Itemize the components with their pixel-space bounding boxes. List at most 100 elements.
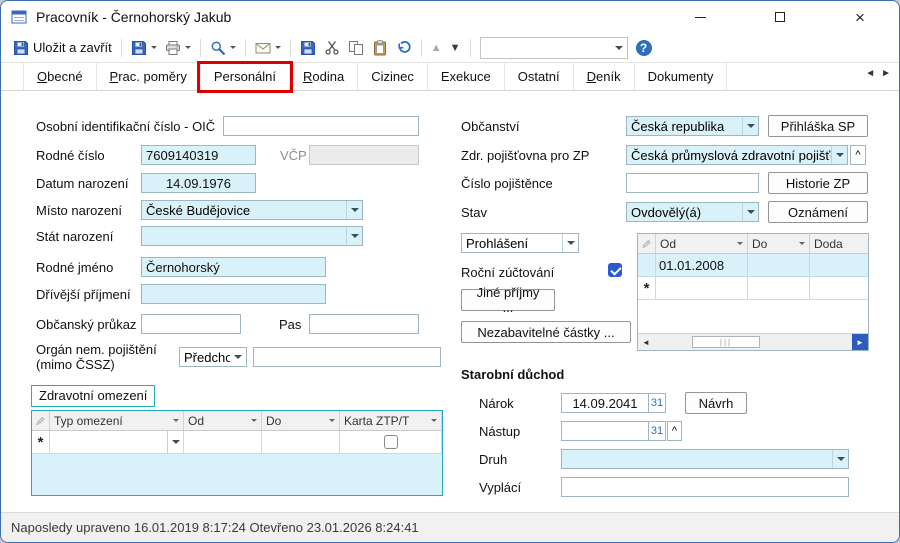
save-close-button[interactable]: Uložit a zavřít	[9, 37, 116, 59]
grid-column-header[interactable]: Od	[656, 234, 748, 253]
tab-scroll-right-icon[interactable]: ►	[881, 68, 891, 79]
narok-calendar-button[interactable]: 31	[648, 393, 666, 413]
druh-combobox[interactable]	[561, 449, 849, 469]
dodatecne-cell[interactable]	[810, 277, 868, 300]
drivejsi-prijmeni-label: Dřívější příjmení	[36, 287, 131, 302]
do-cell[interactable]	[262, 431, 340, 454]
help-icon: ?	[635, 39, 652, 56]
narok-input[interactable]	[561, 393, 649, 413]
organ-nem-pojisteni-combobox[interactable]: Předchozí	[179, 347, 247, 367]
tab-rodina[interactable]: Rodina	[290, 63, 359, 90]
minimize-button[interactable]	[677, 1, 723, 33]
preview-button[interactable]	[206, 37, 240, 59]
typ-omezeni-cell-combobox[interactable]	[50, 431, 184, 454]
maximize-button[interactable]	[757, 1, 803, 33]
nastup-spinner-button[interactable]: ^	[667, 421, 682, 441]
grid-column-header[interactable]: Do	[262, 411, 340, 430]
rodne-cislo-input[interactable]	[141, 145, 256, 165]
misto-narozeni-combobox[interactable]: České Budějovice	[141, 200, 363, 220]
tab-scroll-buttons: ◄ ►	[865, 68, 891, 79]
obcansky-prukaz-label: Občanský průkaz	[36, 317, 137, 332]
stat-narozeni-combobox[interactable]	[141, 226, 363, 246]
obcansky-prukaz-input[interactable]	[141, 314, 241, 334]
chevron-down-icon	[230, 348, 246, 366]
tab-personalni[interactable]: Personální	[196, 61, 294, 93]
scrollbar-thumb[interactable]: |||	[692, 336, 760, 348]
tab-scroll-left-icon[interactable]: ◄	[865, 68, 875, 79]
do-cell[interactable]	[748, 254, 810, 277]
od-cell[interactable]: 01.01.2008	[656, 254, 748, 277]
envelope-icon	[255, 40, 271, 56]
tab-dokumenty[interactable]: Dokumenty	[635, 63, 728, 90]
oic-input[interactable]	[223, 116, 419, 136]
stav-combobox[interactable]: Ovdovělý(á)	[626, 202, 759, 222]
tab-exekuce[interactable]: Exekuce	[428, 63, 505, 90]
zdr-pojistovna-combobox[interactable]: Česká průmyslová zdravotní pojišťo	[626, 145, 848, 165]
grid-column-header[interactable]: Do	[748, 234, 810, 253]
grid-row-selected[interactable]: 01.01.2008	[638, 254, 868, 277]
app-icon	[11, 9, 27, 25]
dodatecne-cell[interactable]	[810, 254, 868, 277]
organ-nem-pojisteni-input[interactable]	[253, 347, 441, 367]
od-cell[interactable]	[184, 431, 262, 454]
send-button[interactable]	[251, 37, 285, 59]
rodne-jmeno-input[interactable]	[141, 257, 326, 277]
nastup-label: Nástup	[479, 424, 521, 439]
grid-column-header[interactable]: Typ omezení	[50, 411, 184, 430]
datum-narozeni-input[interactable]	[141, 173, 256, 193]
rodne-cislo-label: Rodné číslo	[36, 148, 105, 163]
obcanstvi-combobox[interactable]: Česká republika	[626, 116, 759, 136]
export-button[interactable]	[296, 37, 320, 59]
scroll-left-icon[interactable]: ◄	[638, 334, 654, 350]
nezabavitelne-castky-button[interactable]: Nezabavitelné částky ...	[461, 321, 631, 343]
previous-record-button[interactable]: ▲	[427, 39, 446, 57]
save-button[interactable]	[127, 37, 161, 59]
tab-prac-pomery[interactable]: Prac. poměry	[97, 63, 201, 90]
cislo-pojistence-input[interactable]	[626, 173, 759, 193]
jine-prijmy-button[interactable]: Jiné příjmy ...	[461, 285, 555, 315]
cut-button[interactable]	[320, 37, 344, 59]
rocni-zuctovani-checkbox[interactable]	[608, 263, 622, 277]
grid-column-header[interactable]: Od	[184, 411, 262, 430]
tab-cizinec[interactable]: Cizinec	[358, 63, 428, 90]
karta-ztp-cell[interactable]	[340, 431, 442, 454]
tab-ostatni[interactable]: Ostatní	[505, 63, 574, 90]
vyplaci-input[interactable]	[561, 477, 849, 497]
druh-label: Druh	[479, 452, 508, 467]
pas-input[interactable]	[309, 314, 419, 334]
historie-zp-button[interactable]: Historie ZP	[768, 172, 868, 194]
copy-button[interactable]	[344, 37, 368, 59]
tab-denik[interactable]: Deník	[574, 63, 635, 90]
horizontal-scrollbar[interactable]: ◄ ||| ►	[638, 333, 868, 350]
scroll-right-icon[interactable]: ►	[852, 334, 868, 350]
grid-column-header[interactable]: Karta ZTP/T	[340, 411, 442, 430]
od-cell[interactable]	[656, 277, 748, 300]
grid-column-header[interactable]: Doda	[810, 234, 868, 253]
chevron-down-icon	[275, 40, 281, 55]
zdravotni-omezeni-label: Zdravotní omezení	[31, 385, 156, 407]
help-button[interactable]: ?	[632, 37, 656, 59]
oznameni-button[interactable]: Oznámení	[768, 201, 868, 223]
toolbar-combobox[interactable]	[479, 36, 628, 59]
navrh-button[interactable]: Návrh	[685, 392, 747, 414]
new-row-marker: *	[638, 277, 656, 300]
undo-button[interactable]	[392, 37, 416, 59]
nastup-input[interactable]	[561, 421, 649, 441]
chevron-down-icon	[346, 227, 362, 245]
close-button[interactable]: ×	[837, 1, 883, 33]
clipboard-icon	[372, 39, 388, 56]
tab-bar: Obecné Prac. poměry Personální Rodina Ci…	[1, 61, 899, 93]
do-cell[interactable]	[748, 277, 810, 300]
undo-icon	[396, 40, 412, 56]
drivejsi-prijmeni-input[interactable]	[141, 284, 326, 304]
karta-ztp-checkbox[interactable]	[383, 435, 398, 449]
paste-button[interactable]	[368, 37, 392, 59]
status-text: Naposledy upraveno 16.01.2019 8:17:24 Ot…	[11, 520, 419, 535]
nastup-calendar-button[interactable]: 31	[648, 421, 666, 441]
tab-obecne[interactable]: Obecné	[23, 63, 97, 90]
next-record-button[interactable]: ▼	[446, 39, 465, 57]
prihlaska-sp-button[interactable]: Přihláška SP	[768, 115, 868, 137]
prohlaseni-combobox[interactable]: Prohlášení	[461, 233, 579, 253]
zdr-pojistovna-spinner-button[interactable]: ^	[850, 145, 866, 165]
print-button[interactable]	[161, 37, 195, 59]
